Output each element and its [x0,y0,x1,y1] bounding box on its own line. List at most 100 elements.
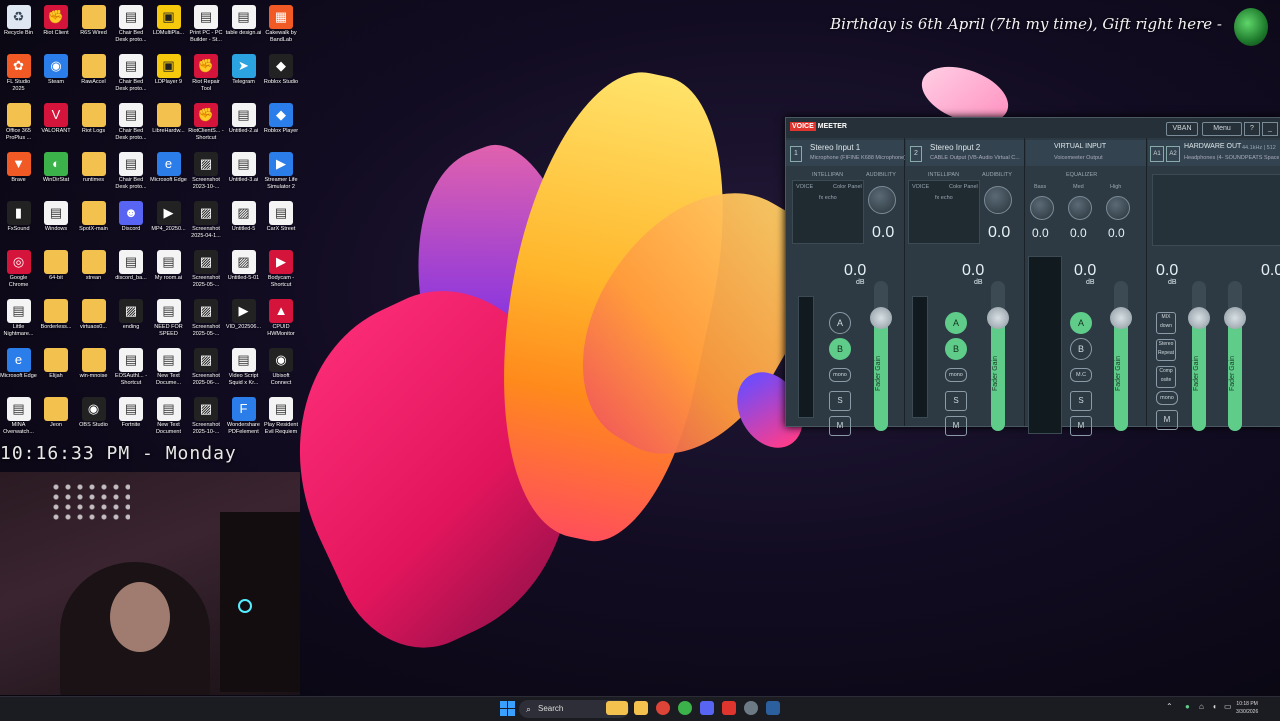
file-explorer-icon[interactable] [634,701,648,715]
steam-icon[interactable] [766,701,780,715]
mono-button[interactable]: mono [945,368,967,382]
desktop-icon[interactable]: ◎ Google Chrome [0,248,37,297]
desktop-icon[interactable]: ▤ My room.ai [150,248,187,297]
fader-gain-slider[interactable]: Fader Gain [1110,281,1132,431]
desktop-icon[interactable]: ▤ NEED FOR SPEED [150,297,187,346]
desktop-icon[interactable]: ▤ Windows [38,199,75,248]
bus-b-button[interactable]: B [1070,338,1092,360]
desktop-icon[interactable]: Jeon [38,395,75,444]
desktop-icon[interactable]: ☻ Discord [113,199,150,248]
fader-knob[interactable] [1224,307,1246,329]
desktop-icon[interactable]: V VALORANT [38,101,75,150]
desktop-icon[interactable]: ▤ table design.ai [225,3,262,52]
desktop-icon[interactable]: ▤ Fortnite [113,395,150,444]
desktop-icon[interactable]: ▤ Untitled-2.ai [225,101,262,150]
desktop-icon[interactable]: virtuaos0... [75,297,112,346]
strip-title[interactable]: Stereo Input 1 [810,143,860,152]
fader-gain-slider[interactable]: Fader Gain [987,281,1009,431]
desktop-icon[interactable]: ▤ MINA Overwatch... [0,395,37,444]
desktop-icon[interactable]: ◉ OBS Studio [75,395,112,444]
desktop-icon[interactable]: Office 365 ProPlus ... [0,101,37,150]
mono-button[interactable]: mono [1156,391,1178,405]
desktop-icon[interactable]: ▤ Chair Bed Desk proto... [113,3,150,52]
desktop-icon[interactable]: ▤ discord_ba... [113,248,150,297]
desktop-icon[interactable]: ▨ Screenshot 2025-10-... [188,395,225,444]
help-button[interactable]: ? [1244,122,1260,136]
tray-app-icon[interactable]: ● [1185,702,1190,711]
desktop-icon[interactable]: ▤ Chair Bed Desk proto... [113,101,150,150]
desktop-icon[interactable]: ▮ FxSound [0,199,37,248]
desktop-icon[interactable]: ▶ MP4_20250... [150,199,187,248]
voicemeeter-taskbar-icon[interactable] [722,701,736,715]
audibility-knob[interactable] [984,186,1012,214]
desktop-icon[interactable]: ▨ Screenshot 2025-05-... [188,248,225,297]
intellipan-panel[interactable]: VOICE Color Panel fx echo [908,180,980,244]
desktop-icon[interactable]: ➤ Telegram [225,52,262,101]
desktop-icon[interactable]: SpotX-main [75,199,112,248]
bus-b-button[interactable]: B [829,338,851,360]
strip-title[interactable]: Stereo Input 2 [930,143,980,152]
widgets-icon[interactable] [606,701,628,715]
desktop-icon[interactable]: strean [75,248,112,297]
network-icon[interactable]: ⌂ [1199,702,1204,711]
desktop-icon[interactable]: win-mnoise [75,346,112,395]
fader-knob[interactable] [1110,307,1132,329]
composite-button[interactable]: Comp osite [1156,366,1176,388]
menu-button[interactable]: Menu [1202,122,1242,136]
vban-button[interactable]: VBAN [1166,122,1198,136]
desktop-icon[interactable]: e Microsoft Edge [0,346,37,395]
strip-number[interactable]: 1 [790,146,802,162]
desktop-icon[interactable]: Elijah [38,346,75,395]
bus-a-button[interactable]: A [829,312,851,334]
battery-icon[interactable]: ▭ [1224,702,1232,711]
a2-button[interactable]: A2 [1166,146,1180,162]
mute-button[interactable]: M [945,416,967,436]
audibility-knob[interactable] [868,186,896,214]
mix-down-button[interactable]: MIX down [1156,312,1176,334]
discord-icon[interactable] [700,701,714,715]
desktop-icon[interactable]: 64-bit [38,248,75,297]
desktop-icon[interactable]: ◉ Steam [38,52,75,101]
high-knob[interactable] [1106,196,1130,220]
desktop-icon[interactable]: ✊ Riot Repair Tool [188,52,225,101]
mono-button[interactable]: mono [829,368,851,382]
spotify-icon[interactable] [678,701,692,715]
desktop-icon[interactable]: LibreHardw... [150,101,187,150]
tray-overflow-icon[interactable]: ⌃ [1166,702,1173,711]
desktop-icon[interactable]: ◐ WinDirStat [38,150,75,199]
desktop-icon[interactable]: Riot Logs [75,101,112,150]
desktop-icon[interactable]: ▤ Video Script Squid x Kr... [225,346,262,395]
desktop-icon[interactable]: ▤ Play Resident Evil Requiem [263,395,300,444]
desktop-icon[interactable]: ▨ Screenshot 2023-10-... [188,150,225,199]
desktop-icon[interactable]: ▨ Screenshot 2025-05-... [188,297,225,346]
desktop-icon[interactable]: ▤ Little Nightmare... [0,297,37,346]
chrome-icon[interactable] [656,701,670,715]
desktop-icon[interactable]: ▲ CPUID HWMonitor [263,297,300,346]
solo-button[interactable]: S [1070,391,1092,411]
desktop-icon[interactable]: ✿ FL Studio 2025 [0,52,37,101]
desktop-icon[interactable]: Borderless... [38,297,75,346]
fader-knob[interactable] [870,307,892,329]
med-knob[interactable] [1068,196,1092,220]
minimize-button[interactable]: _ [1262,122,1278,136]
strip-device[interactable]: Microphone (FIFINE K688 Microphone) [810,155,905,161]
desktop-icon[interactable]: ▤ EOSAuthl... - Shortcut [113,346,150,395]
desktop-icon[interactable]: ◉ Ubisoft Connect [263,346,300,395]
desktop-icon[interactable]: ▣ LDPlayer 9 [150,52,187,101]
mute-button[interactable]: M [829,416,851,436]
desktop-icon[interactable]: ◆ Roblox Studio [263,52,300,101]
solo-button[interactable]: S [945,391,967,411]
strip-device[interactable]: CABLE Output (VB-Audio Virtual C... [930,155,1025,161]
intellipan-panel[interactable]: VOICE Color Panel fx echo [792,180,864,244]
desktop-icon[interactable]: ♻ Recycle Bin [0,3,37,52]
volume-icon[interactable]: ◖ [1212,702,1217,711]
stereo-repeat-button[interactable]: Stereo Repeat [1156,339,1176,361]
desktop-icon[interactable]: R6S Wired [75,3,112,52]
fader-gain-slider[interactable]: Fader Gain [1188,281,1210,431]
hardware-out-title[interactable]: HARDWARE OUT [1184,143,1241,150]
desktop-icon[interactable]: ▶ Bodycam - Shortcut [263,248,300,297]
virtual-input-title[interactable]: VIRTUAL INPUT [1054,143,1106,150]
desktop-icon[interactable]: ✊ Riot Client [38,3,75,52]
desktop-icon[interactable]: ▨ Untitled-5 [225,199,262,248]
desktop-icon[interactable]: ▤ Chair Bed Desk proto... [113,150,150,199]
